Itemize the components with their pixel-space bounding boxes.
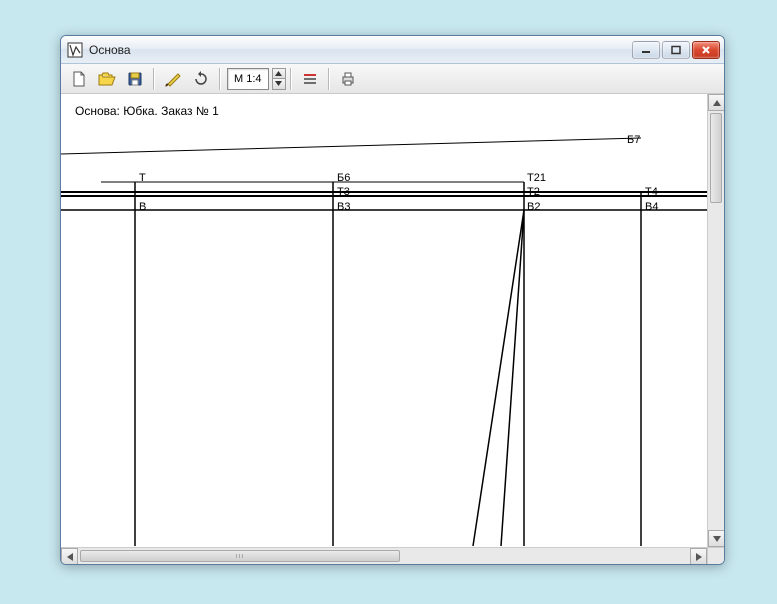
scale-up-button[interactable] (272, 68, 286, 79)
toolbar-separator (153, 68, 155, 90)
layout-button[interactable] (297, 67, 323, 91)
window-controls (632, 41, 720, 59)
label-t2: Т2 (527, 186, 540, 198)
maximize-button[interactable] (662, 41, 690, 59)
drawing-canvas[interactable]: Основа: Юбка. Заказ № 1 (61, 94, 707, 547)
brush-button[interactable] (160, 67, 186, 91)
scale-value: М 1:4 (234, 73, 262, 85)
scroll-corner (707, 547, 724, 564)
label-t: Т (139, 172, 146, 184)
bottom-scroll-row (61, 547, 724, 564)
label-v4: В4 (645, 201, 658, 213)
horizontal-scrollbar[interactable] (61, 547, 707, 564)
scale-down-button[interactable] (272, 79, 286, 90)
new-button[interactable] (66, 67, 92, 91)
label-t4: Т4 (645, 186, 658, 198)
label-t3: Т3 (337, 186, 350, 198)
window-title: Основа (89, 43, 632, 57)
hscroll-track[interactable] (402, 548, 690, 564)
open-button[interactable] (94, 67, 120, 91)
scroll-right-button[interactable] (690, 548, 707, 565)
scroll-left-button[interactable] (61, 548, 78, 565)
vertical-scrollbar[interactable] (707, 94, 724, 547)
app-window: Основа М (60, 35, 725, 565)
content-area: Основа: Юбка. Заказ № 1 (61, 94, 724, 547)
toolbar-separator (219, 68, 221, 90)
scale-display[interactable]: М 1:4 (227, 68, 269, 90)
minimize-button[interactable] (632, 41, 660, 59)
pattern-drawing (61, 94, 707, 546)
label-t21: Т21 (527, 172, 546, 184)
app-icon (67, 42, 83, 58)
hscroll-thumb[interactable] (80, 550, 400, 562)
print-button[interactable] (335, 67, 361, 91)
label-v3: В3 (337, 201, 350, 213)
save-button[interactable] (122, 67, 148, 91)
scroll-down-button[interactable] (708, 530, 724, 547)
titlebar[interactable]: Основа (61, 36, 724, 64)
label-v2: В2 (527, 201, 540, 213)
label-v: В (139, 201, 146, 213)
scroll-up-button[interactable] (708, 94, 724, 111)
toolbar-separator (328, 68, 330, 90)
close-button[interactable] (692, 41, 720, 59)
toolbar-separator (290, 68, 292, 90)
toolbar: М 1:4 (61, 64, 724, 94)
vscroll-thumb[interactable] (710, 113, 722, 203)
refresh-button[interactable] (188, 67, 214, 91)
label-b6: Б6 (337, 172, 350, 184)
label-b7: Б7 (627, 134, 640, 146)
scale-spinner (272, 68, 286, 90)
vscroll-track[interactable] (708, 205, 724, 530)
